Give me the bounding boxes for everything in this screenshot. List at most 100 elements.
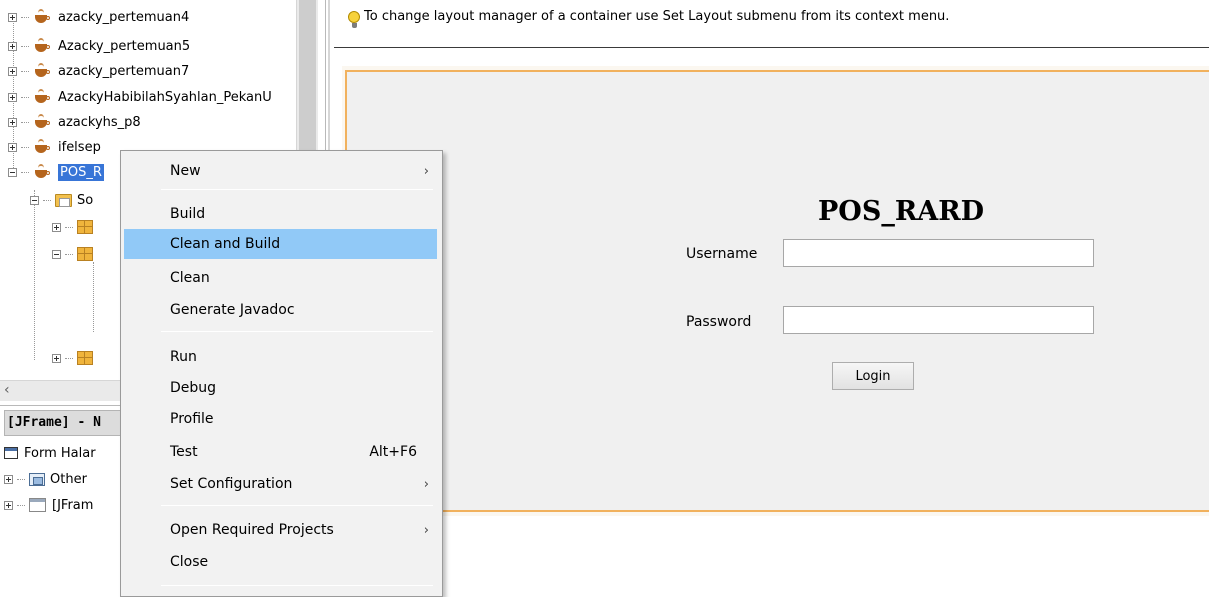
menu-item-label: Clean and Build bbox=[170, 236, 281, 252]
expand-toggle[interactable] bbox=[52, 353, 61, 363]
expand-toggle[interactable] bbox=[8, 12, 17, 22]
menu-separator bbox=[161, 189, 433, 190]
menu-item-build[interactable]: Build bbox=[124, 199, 437, 229]
package-node[interactable] bbox=[52, 243, 98, 265]
menu-item-clean-and-build[interactable]: Clean and Build bbox=[124, 229, 437, 259]
jframe-icon bbox=[29, 498, 46, 512]
tree-guide-line bbox=[93, 262, 94, 332]
project-node[interactable]: azacky_pertemuan7 bbox=[8, 60, 189, 82]
collapse-toggle[interactable] bbox=[8, 167, 17, 177]
form-title[interactable]: POS_RARD bbox=[818, 196, 984, 227]
menu-separator bbox=[161, 585, 433, 586]
menu-item-label: Debug bbox=[170, 380, 217, 396]
designer-hint-bar: To change layout manager of a container … bbox=[334, 0, 1209, 48]
project-node[interactable]: Azacky_pertemuan5 bbox=[8, 35, 190, 57]
java-project-icon bbox=[33, 63, 51, 79]
menu-shortcut: Alt+F6 bbox=[369, 444, 417, 460]
collapse-toggle[interactable] bbox=[52, 249, 61, 259]
project-node[interactable]: azacky_pertemuan4 bbox=[8, 6, 189, 28]
expand-toggle[interactable] bbox=[8, 92, 17, 102]
menu-item-generate-javadoc[interactable]: Generate Javadoc bbox=[124, 295, 437, 325]
project-label: ifelsep bbox=[58, 139, 101, 155]
project-node-selected[interactable]: POS_R bbox=[8, 161, 104, 183]
expand-toggle[interactable] bbox=[8, 142, 17, 152]
project-label: AzackyHabibilahSyahlan_PekanU bbox=[58, 89, 272, 105]
tree-dots bbox=[65, 226, 73, 228]
source-folder-icon bbox=[55, 193, 72, 207]
menu-item-label: New bbox=[170, 163, 201, 179]
package-icon bbox=[77, 247, 93, 261]
menu-item-open-required-projects[interactable]: Open Required Projects › bbox=[124, 515, 437, 545]
tree-guide-line bbox=[34, 190, 35, 360]
password-label[interactable]: Password bbox=[686, 314, 751, 330]
tree-dots bbox=[43, 199, 51, 201]
menu-item-label: Run bbox=[170, 349, 197, 365]
tree-dots bbox=[21, 171, 29, 173]
submenu-arrow-icon: › bbox=[423, 163, 429, 179]
menu-item-run[interactable]: Run bbox=[124, 342, 437, 372]
project-label: Azacky_pertemuan5 bbox=[58, 38, 191, 54]
project-context-menu: New › Build Clean and Build Clean Genera… bbox=[120, 150, 443, 597]
project-node[interactable]: azackyhs_p8 bbox=[8, 111, 141, 133]
navigator-item-label: Other bbox=[50, 471, 87, 487]
form-icon bbox=[4, 447, 18, 459]
hint-text: To change layout manager of a container … bbox=[364, 9, 950, 24]
java-project-icon bbox=[33, 164, 51, 180]
project-node[interactable]: ifelsep bbox=[8, 136, 101, 158]
menu-item-test[interactable]: Test Alt+F6 bbox=[124, 437, 437, 467]
project-label: azackyhs_p8 bbox=[58, 114, 141, 130]
navigator-other-node[interactable]: Other bbox=[4, 468, 87, 490]
menu-separator bbox=[161, 331, 433, 332]
password-field[interactable] bbox=[783, 306, 1094, 334]
menu-item-label: Open Required Projects bbox=[170, 522, 334, 538]
menu-item-label: Build bbox=[170, 206, 206, 222]
expand-toggle[interactable] bbox=[4, 474, 13, 484]
menu-item-label: Test bbox=[170, 444, 198, 460]
package-icon bbox=[77, 351, 93, 365]
tree-dots bbox=[17, 478, 25, 480]
tree-dots bbox=[65, 357, 73, 359]
menu-item-set-configuration[interactable]: Set Configuration › bbox=[124, 469, 437, 499]
menu-item-close[interactable]: Close bbox=[124, 547, 437, 577]
java-project-icon bbox=[33, 38, 51, 54]
expand-toggle[interactable] bbox=[8, 117, 17, 127]
source-packages-label: So bbox=[77, 192, 94, 208]
java-project-icon bbox=[33, 89, 51, 105]
menu-item-new[interactable]: New › bbox=[124, 156, 437, 186]
username-field[interactable] bbox=[783, 239, 1094, 267]
expand-toggle[interactable] bbox=[4, 500, 13, 510]
tree-dots bbox=[65, 253, 73, 255]
scroll-left-arrow-icon[interactable]: ‹ bbox=[4, 382, 10, 398]
menu-separator bbox=[161, 505, 433, 506]
menu-item-label: Close bbox=[170, 554, 209, 570]
username-label[interactable]: Username bbox=[686, 246, 757, 262]
menu-item-profile[interactable]: Profile bbox=[124, 404, 437, 434]
project-node[interactable]: AzackyHabibilahSyahlan_PekanU bbox=[8, 86, 272, 108]
lightbulb-icon bbox=[348, 11, 360, 28]
menu-item-label: Profile bbox=[170, 411, 214, 427]
tree-dots bbox=[21, 121, 29, 123]
navigator-item-label: Form Halar bbox=[24, 445, 96, 461]
expand-toggle[interactable] bbox=[8, 41, 17, 51]
menu-item-label: Clean bbox=[170, 270, 210, 286]
package-node[interactable] bbox=[52, 216, 98, 238]
java-project-icon bbox=[33, 9, 51, 25]
package-icon bbox=[77, 220, 93, 234]
navigator-jframe-node[interactable]: [JFram bbox=[4, 494, 93, 516]
navigator-form-node[interactable]: Form Halar bbox=[4, 442, 96, 464]
scroll-thumb[interactable] bbox=[299, 0, 316, 150]
menu-item-clean[interactable]: Clean bbox=[124, 263, 437, 293]
tree-dots bbox=[21, 70, 29, 72]
package-node[interactable] bbox=[52, 347, 98, 369]
login-button[interactable]: Login bbox=[832, 362, 914, 390]
java-project-icon bbox=[33, 114, 51, 130]
tree-dots bbox=[17, 504, 25, 506]
expand-toggle[interactable] bbox=[8, 66, 17, 76]
collapse-toggle[interactable] bbox=[30, 195, 39, 205]
menu-item-debug[interactable]: Debug bbox=[124, 373, 437, 403]
expand-toggle[interactable] bbox=[52, 222, 61, 232]
source-packages-node[interactable]: So bbox=[30, 189, 93, 211]
menu-item-label: Generate Javadoc bbox=[170, 302, 295, 318]
design-canvas[interactable] bbox=[345, 70, 1209, 512]
project-label: azacky_pertemuan7 bbox=[58, 63, 190, 79]
